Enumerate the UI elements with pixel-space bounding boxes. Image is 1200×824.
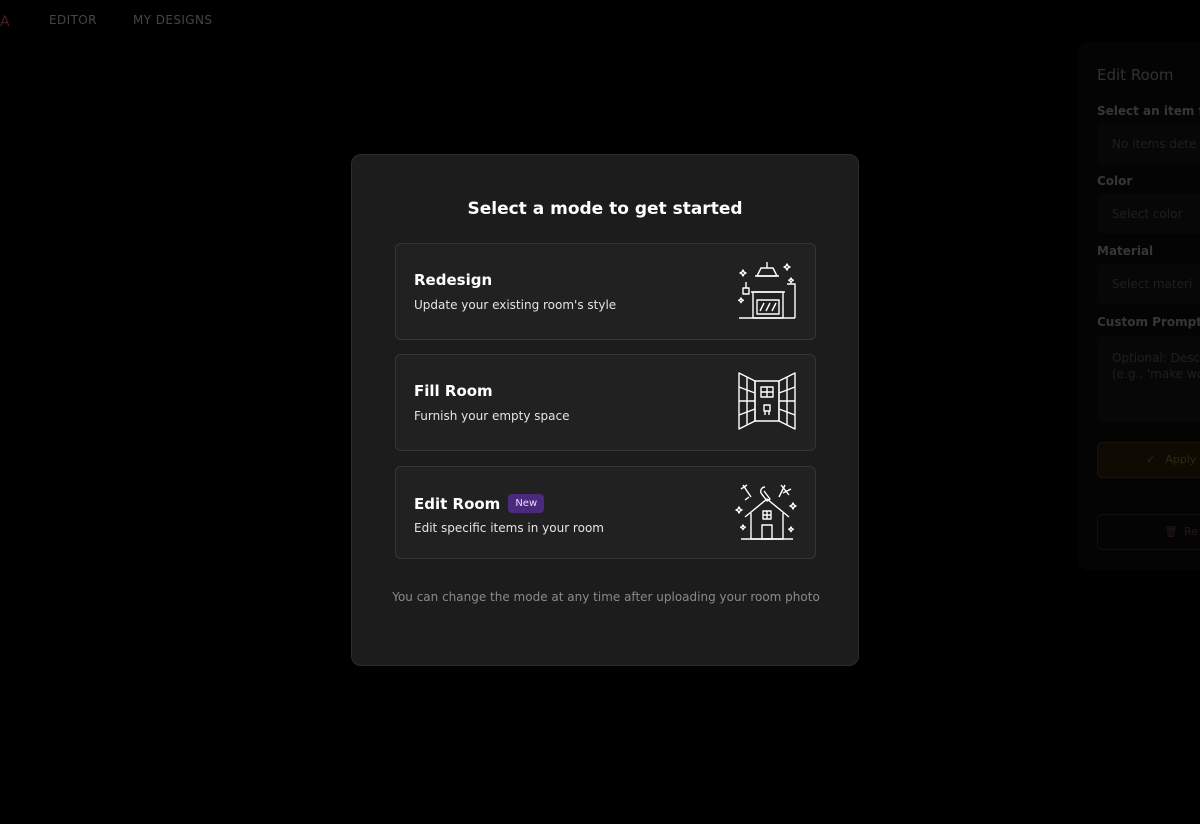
house-tools-icon (735, 481, 799, 545)
modal-title: Select a mode to get started (467, 199, 743, 219)
kitchen-icon (735, 258, 799, 322)
new-badge: New (508, 494, 545, 513)
mode-card-fill-room[interactable]: Fill Room Furnish your empty space (395, 354, 816, 451)
mode-change-note: You can change the mode at any time afte… (392, 590, 820, 604)
mode-card-edit-room[interactable]: Edit Room New Edit specific items in you… (395, 466, 816, 559)
empty-room-icon (735, 369, 799, 433)
mode-select-modal: Select a mode to get started Redesign Up… (351, 154, 859, 666)
mode-description: Edit specific items in your room (414, 521, 604, 535)
mode-title: Fill Room (414, 382, 493, 400)
mode-title: Redesign (414, 271, 493, 289)
mode-card-redesign[interactable]: Redesign Update your existing room's sty… (395, 243, 816, 340)
mode-description: Update your existing room's style (414, 298, 617, 312)
mode-title: Edit Room New (414, 494, 545, 513)
mode-description: Furnish your empty space (414, 409, 570, 423)
